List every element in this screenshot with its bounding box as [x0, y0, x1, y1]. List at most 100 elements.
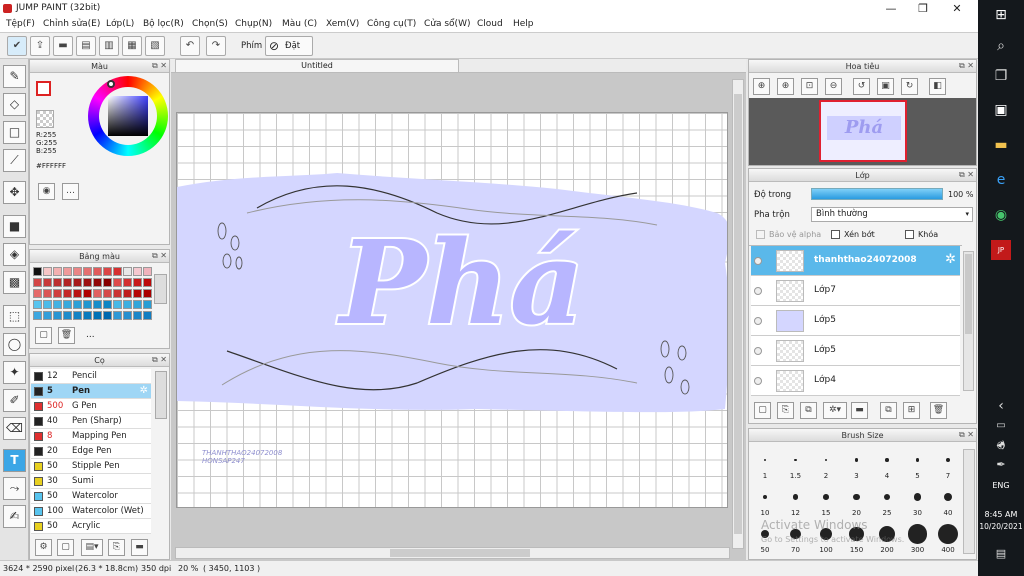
brush-tool-icon[interactable]: ✎ [3, 65, 26, 88]
brush-size-dot[interactable] [885, 458, 889, 462]
brush-size-dot[interactable] [762, 494, 768, 500]
layer-row[interactable]: thanhthao24072008 ✲ [751, 246, 960, 276]
foreground-color-swatch[interactable] [36, 81, 51, 96]
palette-swatch[interactable] [43, 267, 52, 276]
new-brush-icon[interactable]: ▢ [57, 539, 74, 556]
wand-tool-icon[interactable]: ✦ [3, 361, 26, 384]
reset-button[interactable]: ⊘ Đặt lại [265, 36, 313, 69]
palette-swatch[interactable] [143, 289, 152, 298]
menu-cloud[interactable]: Cloud [477, 19, 503, 29]
palette-swatch[interactable] [113, 311, 122, 320]
store-icon[interactable]: ▣ [991, 100, 1011, 120]
fill-rect-icon[interactable]: ■ [3, 215, 26, 238]
palette-swatch[interactable] [33, 267, 42, 276]
palette-swatch[interactable] [73, 267, 82, 276]
palette-swatch[interactable] [113, 300, 122, 309]
new-palette-icon[interactable]: ▢ [35, 327, 52, 344]
menu-view[interactable]: Xem(V) [326, 19, 359, 29]
brush-item[interactable]: 50 Stipple Pen [31, 459, 151, 474]
layer-row[interactable]: Lớp4 [751, 366, 960, 396]
brush-size-dot[interactable] [824, 458, 828, 462]
windows-start-icon[interactable]: ⊞ [991, 5, 1011, 25]
eye-icon[interactable] [754, 347, 762, 355]
eyedropper-tool-icon[interactable]: ✍ [3, 505, 26, 528]
menu-edit[interactable]: Chỉnh sửa(E) [43, 19, 100, 29]
layer-row[interactable]: Lớp5 [751, 306, 960, 336]
brush-size-dot[interactable] [945, 457, 951, 463]
select-tool-icon[interactable]: ⬚ [3, 305, 26, 328]
brush-size-dot[interactable] [938, 524, 958, 544]
eraser-tool-icon[interactable]: ◇ [3, 93, 26, 116]
reset-view-icon[interactable]: ▣ [877, 78, 894, 95]
palette-swatch[interactable] [33, 311, 42, 320]
drawing-canvas[interactable]: Phá THANHTHAO24072008 HONSAP247 [176, 112, 728, 508]
layer-scrollbar[interactable] [963, 251, 974, 391]
palette-swatch[interactable] [53, 300, 62, 309]
close-button[interactable]: ✕ [942, 0, 972, 17]
menu-layer[interactable]: Lớp(L) [106, 19, 134, 29]
palette-swatch[interactable] [63, 300, 72, 309]
saturation-square[interactable] [108, 96, 148, 136]
blend-mode-select[interactable]: Bình thường ▾ [811, 207, 973, 222]
brush-item[interactable]: 30 Sumi [31, 474, 151, 489]
check-icon[interactable]: ✔ [7, 36, 27, 56]
palette-swatch[interactable] [113, 267, 122, 276]
wifi-icon[interactable]: ◔ [991, 436, 1011, 456]
palette-swatch[interactable] [103, 289, 112, 298]
jump-paint-taskbar-icon[interactable]: JP [991, 240, 1011, 260]
page-icon[interactable]: ▦ [122, 36, 142, 56]
palette-swatch[interactable] [103, 267, 112, 276]
brush-size-dot[interactable] [853, 493, 860, 501]
palette-swatch[interactable] [133, 267, 142, 276]
eye-icon[interactable] [754, 257, 762, 265]
palette-swatch[interactable] [143, 300, 152, 309]
edge-icon[interactable]: e [991, 170, 1011, 190]
palette-swatch[interactable] [83, 300, 92, 309]
brush-size-dot[interactable] [763, 458, 767, 462]
eye-icon[interactable] [754, 317, 762, 325]
panel-controls-icon[interactable]: ⧉ ✕ [152, 251, 167, 261]
palette-swatch[interactable] [63, 311, 72, 320]
menu-tools[interactable]: Công cụ(T) [367, 19, 416, 29]
palette-swatch[interactable] [63, 267, 72, 276]
menu-capture[interactable]: Chụp(N) [235, 19, 272, 29]
palette-swatch[interactable] [73, 289, 82, 298]
menu-color[interactable]: Màu (C) [282, 19, 317, 29]
palette-swatch[interactable] [73, 278, 82, 287]
brush-size-dot[interactable] [854, 458, 859, 462]
palette-swatch[interactable] [103, 278, 112, 287]
palette-swatch[interactable] [73, 311, 82, 320]
brush-item[interactable]: 100 Watercolor (Wet) [31, 504, 151, 519]
rotate-left-icon[interactable]: ↺ [853, 78, 870, 95]
clock-time[interactable]: 8:45 AM [978, 510, 1024, 519]
menu-file[interactable]: Tệp(F) [6, 19, 35, 29]
brush-size-dot[interactable] [823, 494, 829, 500]
palette-swatch[interactable] [93, 289, 102, 298]
minimize-button[interactable]: — [876, 0, 906, 17]
brush-item[interactable]: 500 G Pen [31, 399, 151, 414]
task-view-icon[interactable]: ❐ [991, 66, 1011, 86]
trash-icon[interactable]: 🗑 [58, 327, 75, 344]
palette-swatch[interactable] [123, 267, 132, 276]
palette-swatch[interactable] [133, 278, 142, 287]
redo-icon[interactable]: ↷ [206, 36, 226, 56]
lock-checkbox[interactable] [905, 230, 914, 239]
menu-window[interactable]: Cửa sổ(W) [424, 19, 470, 29]
fit-icon[interactable]: ⊡ [801, 78, 818, 95]
pen-select-icon[interactable]: ✐ [3, 389, 26, 412]
layer-row[interactable]: Lớp5 [751, 336, 960, 366]
panel-controls-icon[interactable]: ⧉ ✕ [152, 355, 167, 365]
layer-folder-icon[interactable]: ▬ [851, 402, 868, 419]
pen-icon[interactable]: ✒ [991, 455, 1011, 475]
layer-row[interactable]: Lớp7 [751, 276, 960, 306]
opacity-slider[interactable] [811, 188, 943, 200]
clock-date[interactable]: 10/20/2021 [978, 522, 1024, 531]
chevron-up-icon[interactable]: ‹ [991, 396, 1011, 416]
protect-alpha-checkbox[interactable] [756, 230, 765, 239]
palette-swatch[interactable] [63, 278, 72, 287]
text-tool-icon[interactable]: T [3, 449, 26, 472]
document-icon[interactable]: ▥ [99, 36, 119, 56]
palette-swatch[interactable] [83, 267, 92, 276]
merge-layer-icon[interactable]: ⊞ [903, 402, 920, 419]
eraser-select-icon[interactable]: ⌫ [3, 417, 26, 440]
